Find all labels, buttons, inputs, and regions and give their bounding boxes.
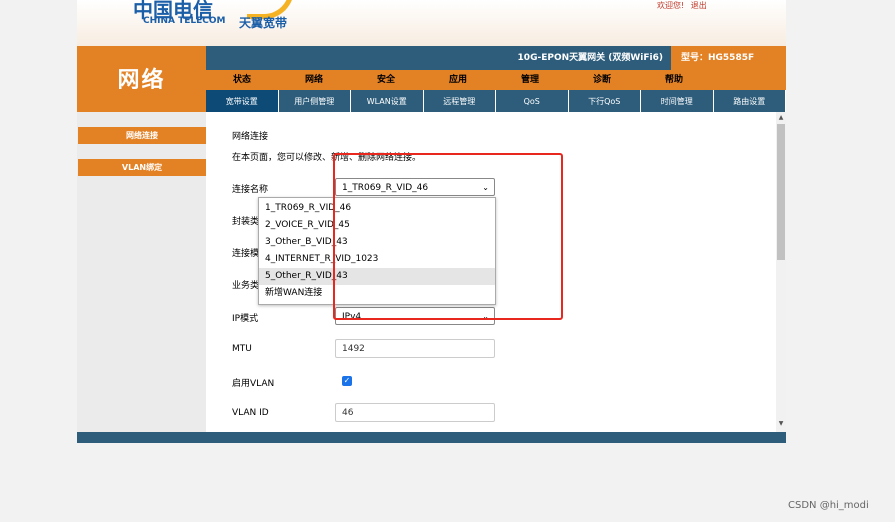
scroll-up-icon[interactable]: ▲ [777,114,785,122]
mtu-input[interactable]: 1492 [335,339,495,358]
tab-remote-management[interactable]: 远程管理 [423,90,495,112]
tab-time-management[interactable]: 时间管理 [641,90,713,112]
scroll-down-icon[interactable]: ▼ [777,420,785,428]
connection-name-dropdown: 1_TR069_R_VID_46 2_VOICE_R_VID_45 3_Othe… [258,197,496,305]
enable-vlan-checkbox[interactable]: ✓ [342,376,352,386]
content-description: 在本页面，您可以修改、新增、删除网络连接。 [232,153,422,163]
ip-mode-select[interactable]: IPv4 ⌄ [335,307,495,325]
chevron-down-icon: ⌄ [482,312,489,321]
left-item-vlan-binding[interactable]: VLAN绑定 [78,159,206,176]
vlan-id-input[interactable]: 46 [335,403,495,422]
watermark: CSDN @hi_modi [788,500,869,511]
checkmark-icon: ✓ [343,376,351,385]
dropdown-option-add-wan[interactable]: 新增WAN连接 [259,285,495,302]
logout-link[interactable]: 退出 [691,1,707,10]
tab-downstream-qos[interactable]: 下行QoS [568,90,640,112]
content-title: 网络连接 [232,132,269,142]
sub-brand: 天翼宽带 [239,16,288,30]
content-scrollbar[interactable]: ▲ ▼ [776,112,786,432]
menu-status[interactable]: 状态 [206,70,278,90]
left-panel: 网络连接 VLAN绑定 [77,112,206,432]
dropdown-option[interactable]: 2_VOICE_R_VID_45 [259,217,495,234]
connection-name-value: 1_TR069_R_VID_46 [342,183,429,193]
dropdown-option[interactable]: 3_Other_B_VID_43 [259,234,495,251]
ip-mode-value: IPv4 [342,312,362,322]
tab-qos[interactable]: QoS [496,90,568,112]
brand-en: CHINA TELECOM [143,16,226,26]
menu-network[interactable]: 网络 [278,70,350,90]
tab-lan-management[interactable]: 用户侧管理 [278,90,350,112]
label-ip-mode: IP模式 [232,314,259,324]
footer-bar [77,432,786,443]
tab-wlan-settings[interactable]: WLAN设置 [351,90,423,112]
welcome-text: 欢迎您! [657,1,685,10]
dropdown-option[interactable]: 4_INTERNET_R_VID_1023 [259,251,495,268]
label-enable-vlan: 启用VLAN [232,379,275,389]
dropdown-option[interactable]: 1_TR069_R_VID_46 [259,200,495,217]
chevron-down-icon: ⌄ [482,183,489,192]
main-menu: 状态 网络 安全 应用 管理 诊断 帮助 [206,70,786,90]
header: 中国电信 CHINA TELECOM 天翼宽带 欢迎您! 退出 [77,0,786,46]
label-connection-name: 连接名称 [232,185,269,195]
tab-routing-settings[interactable]: 路由设置 [713,90,785,112]
tab-broadband-settings[interactable]: 宽带设置 [206,90,278,112]
label-vlan-id: VLAN ID [232,408,269,418]
dropdown-option-highlighted[interactable]: 5_Other_R_VID_43 [259,268,495,285]
section-title: 网络 [77,46,206,112]
device-model: 型号：HG5585F [671,46,786,70]
menu-diagnostics[interactable]: 诊断 [566,70,638,90]
connection-name-select[interactable]: 1_TR069_R_VID_46 ⌄ [335,178,495,196]
menu-applications[interactable]: 应用 [422,70,494,90]
user-links: 欢迎您! 退出 [657,0,711,11]
sub-menu: 宽带设置 用户侧管理 WLAN设置 远程管理 QoS 下行QoS 时间管理 路由… [206,90,786,112]
label-mtu: MTU [232,344,252,354]
left-item-network-connection[interactable]: 网络连接 [78,127,206,144]
menu-security[interactable]: 安全 [350,70,422,90]
device-name: 10G-EPON天翼网关 (双频WiFi6) [206,46,671,70]
scroll-thumb[interactable] [777,124,785,260]
menu-help[interactable]: 帮助 [638,70,710,90]
menu-management[interactable]: 管理 [494,70,566,90]
